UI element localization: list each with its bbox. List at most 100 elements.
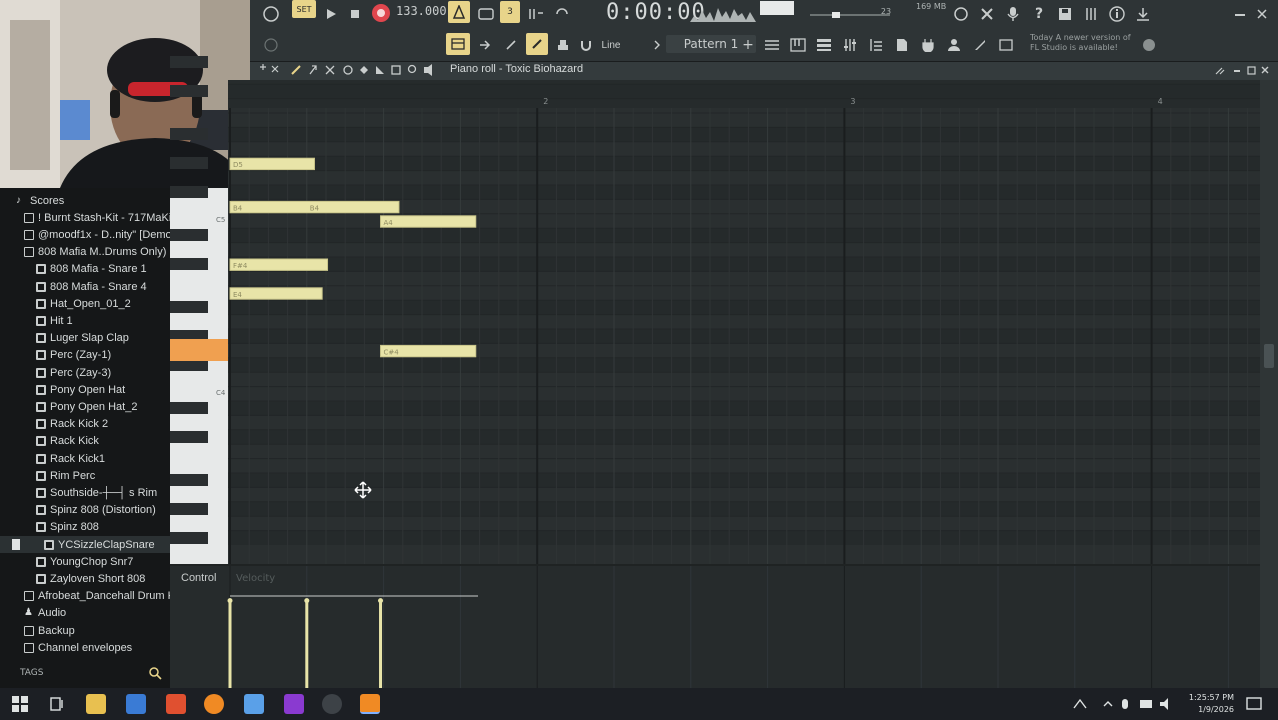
menu-circle-icon[interactable]	[260, 3, 282, 25]
browser-item[interactable]: Rim Perc	[0, 467, 170, 484]
news-icon[interactable]	[996, 34, 1016, 56]
browser-item[interactable]: Rack Kick 2	[0, 416, 170, 433]
globe-icon[interactable]	[1140, 34, 1158, 56]
piano-keyboard[interactable]: C5 C4	[170, 56, 228, 564]
highlighted-key[interactable]	[170, 339, 228, 362]
browser-item[interactable]: 808 Mafia - Snare 4	[0, 278, 170, 295]
fl-studio-active-icon[interactable]	[360, 694, 380, 714]
brush-icon[interactable]	[970, 34, 990, 56]
black-key[interactable]	[170, 301, 208, 314]
browser-item[interactable]: 808 Mafia M..Drums Only)	[0, 244, 170, 261]
note[interactable]	[229, 287, 323, 300]
browser-item[interactable]: YoungChop Snr7	[0, 553, 170, 570]
black-key[interactable]	[170, 186, 208, 198]
browser-item[interactable]: ! Burnt Stash-Kit - 717MaKid	[0, 209, 170, 226]
taskbar-clock[interactable]: 1:25:57 PM 1/9/2026	[1189, 692, 1234, 716]
mixer-sliders-icon[interactable]	[840, 34, 860, 56]
help-icon[interactable]: ?	[1028, 3, 1050, 25]
event-editor-parameter[interactable]: Velocity	[236, 573, 275, 584]
pattern-prev-icon[interactable]	[650, 34, 664, 56]
browser-item[interactable]: Spinz 808 (Distortion)	[0, 502, 170, 519]
browser-item[interactable]: Southside-┼─┤ s Rim	[0, 484, 170, 501]
browser-item[interactable]: Rack Kick1	[0, 450, 170, 467]
pin-icon[interactable]	[262, 34, 280, 56]
preview-play-icon[interactable]	[12, 539, 20, 550]
channel-rack-icon[interactable]	[814, 34, 834, 56]
browser-item[interactable]: Luger Slap Clap	[0, 330, 170, 347]
tags-label[interactable]: TAGS	[20, 668, 43, 678]
piano-roll-title[interactable]: Piano roll - Toxic Biohazard	[450, 63, 583, 75]
browser-item[interactable]: Afrobeat_Dancehall Drum Kit	[0, 588, 170, 605]
countdown-icon[interactable]: 3	[500, 1, 520, 23]
tray-icons[interactable]	[1070, 694, 1090, 714]
panic-icon[interactable]	[976, 3, 998, 25]
playlist-icon[interactable]	[762, 34, 782, 56]
file-icon[interactable]	[892, 34, 912, 56]
stop-icon[interactable]	[346, 3, 364, 25]
black-key[interactable]	[170, 502, 208, 515]
note-grid-canvas[interactable]: 2 3 4 D5 B4 A4 F#4 E4 C#4 B4	[228, 80, 1260, 564]
browser-item[interactable]: YCSizzleClapSnare	[0, 536, 170, 553]
plugin-icon[interactable]	[918, 34, 938, 56]
browser-item[interactable]: Rack Kick	[0, 433, 170, 450]
notification-icon[interactable]	[1244, 694, 1264, 714]
undo-history-icon[interactable]	[950, 3, 972, 25]
close-window-icon[interactable]	[1254, 3, 1270, 25]
velocity-handle[interactable]	[227, 598, 233, 604]
black-key[interactable]	[170, 85, 208, 98]
save-icon[interactable]	[1054, 3, 1076, 25]
info-icon[interactable]	[1106, 3, 1128, 25]
step-edit-icon[interactable]	[526, 3, 546, 25]
metronome-icon[interactable]	[448, 1, 470, 23]
update-hint[interactable]: Today A newer version of FL Studio is av…	[1030, 33, 1140, 53]
snap-mode-select[interactable]: Line	[596, 34, 626, 56]
browser-item[interactable]: Pony Open Hat_2	[0, 398, 170, 415]
browser-item[interactable]: ♟ Audio	[0, 605, 170, 622]
minimize-window-icon[interactable]	[1232, 3, 1248, 25]
wait-input-icon[interactable]	[476, 3, 496, 25]
black-key[interactable]	[170, 430, 208, 443]
black-key[interactable]	[170, 229, 208, 242]
arrow-right-icon[interactable]	[476, 34, 494, 56]
file-explorer-icon[interactable]	[86, 694, 106, 714]
black-key[interactable]	[170, 157, 208, 170]
magnet-icon[interactable]	[578, 34, 594, 56]
browser-item[interactable]: Zayloven Short 808	[0, 570, 170, 587]
play-icon[interactable]	[322, 3, 340, 25]
velocity-handle[interactable]	[304, 598, 310, 604]
browser-item[interactable]: 808 Mafia - Snare 1	[0, 261, 170, 278]
scrollbar-thumb[interactable]	[1264, 344, 1274, 368]
browser-item[interactable]: @moodf1x - D..nity" [Demo]	[0, 226, 170, 243]
browser-item[interactable]: Pony Open Hat	[0, 381, 170, 398]
event-editor[interactable]	[170, 566, 1260, 688]
app-icon[interactable]	[126, 694, 146, 714]
browser-item[interactable]: ♪ Scores	[0, 192, 170, 209]
fl-studio-app-icon[interactable]	[204, 694, 224, 714]
loop-record-icon[interactable]	[552, 3, 572, 25]
link-icon[interactable]	[526, 33, 548, 55]
download-icon[interactable]	[1132, 3, 1154, 25]
piano-roll-icon[interactable]	[788, 34, 808, 56]
draw-tool-icon[interactable]	[502, 34, 520, 56]
browser-icon[interactable]	[866, 34, 886, 56]
settings-app-icon[interactable]	[322, 694, 342, 714]
black-key[interactable]	[170, 402, 208, 414]
browser-item[interactable]: Hit 1	[0, 312, 170, 329]
browser-item[interactable]: Hat_Open_01_2	[0, 295, 170, 312]
black-key[interactable]	[170, 474, 208, 486]
user-icon[interactable]	[944, 34, 964, 56]
system-tray-icons[interactable]	[1100, 694, 1180, 714]
black-key[interactable]	[170, 56, 208, 69]
media-app-icon[interactable]	[284, 694, 304, 714]
store-icon[interactable]	[244, 694, 264, 714]
velocity-lane[interactable]	[170, 566, 1260, 688]
black-key[interactable]	[170, 258, 208, 270]
microphone-icon[interactable]	[1002, 3, 1024, 25]
window-controls-icon[interactable]	[1212, 62, 1272, 80]
browser-item[interactable]: Perc (Zay-1)	[0, 347, 170, 364]
event-editor-target[interactable]: Control	[181, 572, 216, 584]
browser-item[interactable]: Perc (Zay-3)	[0, 364, 170, 381]
black-key[interactable]	[170, 128, 208, 141]
mixer-icon[interactable]	[1080, 3, 1102, 25]
tempo-display[interactable]: 133.000	[396, 4, 447, 20]
